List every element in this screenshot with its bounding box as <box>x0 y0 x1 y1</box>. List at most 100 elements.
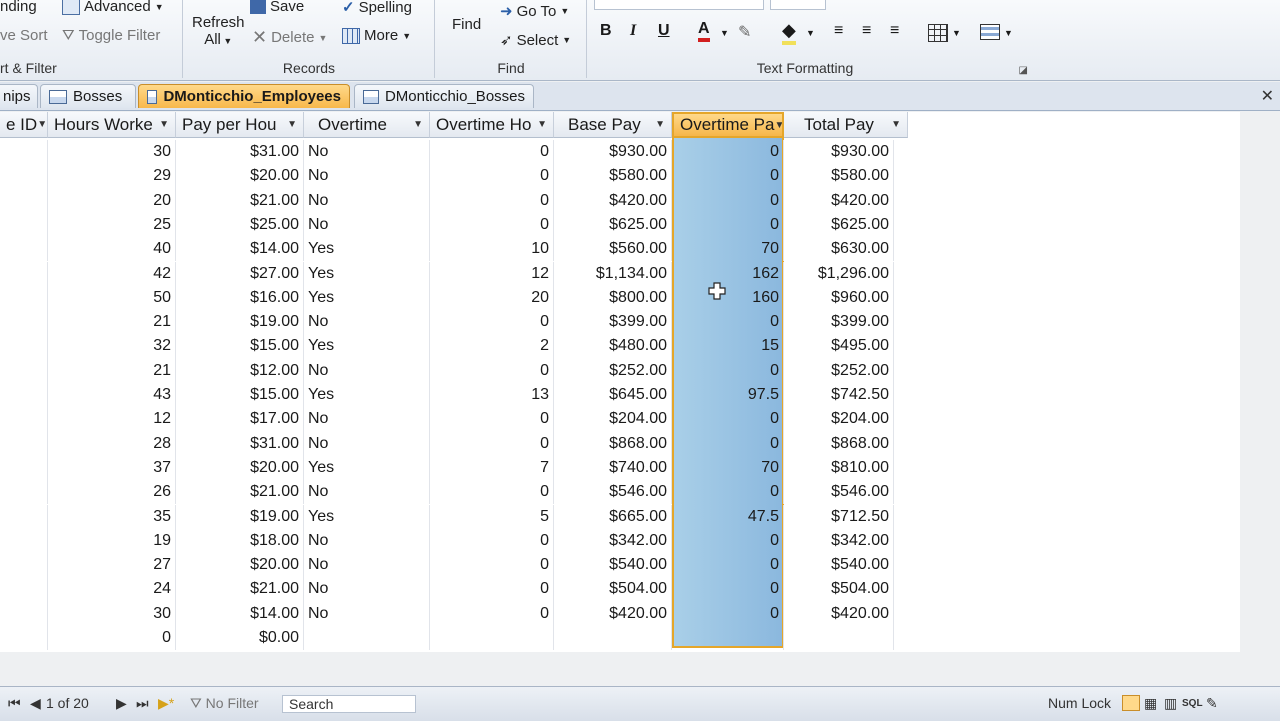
cell-hours-worked[interactable]: 30 <box>48 140 176 165</box>
cell-id[interactable] <box>0 188 48 213</box>
column-header-overtime[interactable]: Overtime ▼ <box>304 112 430 138</box>
cell-overtime[interactable]: No <box>304 528 430 554</box>
no-filter-button[interactable]: ⛛ No Filter <box>190 695 259 712</box>
cell-overtime-pay[interactable]: 0 <box>672 407 784 432</box>
cell-overtime[interactable]: No <box>304 212 430 238</box>
spelling-button[interactable]: ✓ Spelling <box>342 0 412 16</box>
chevron-down-icon[interactable]: ▼ <box>159 119 169 130</box>
cell-id[interactable] <box>0 237 48 262</box>
table-row[interactable]: 30 $14.00 No 0 $420.00 0 $420.00 <box>0 601 910 626</box>
font-name-combobox[interactable] <box>594 0 764 10</box>
cell-overtime[interactable]: No <box>304 431 430 456</box>
refresh-all-button[interactable]: Refresh All ▼ <box>192 14 245 48</box>
column-header-hours-worked[interactable]: Hours Worke ▼ <box>48 112 176 138</box>
design-view-icon[interactable]: ✎ <box>1206 695 1218 712</box>
cell-overtime-pay[interactable]: 0 <box>672 431 784 456</box>
cell-overtime-hours[interactable]: 0 <box>430 140 554 165</box>
cell-hours-worked[interactable]: 0 <box>48 626 176 651</box>
cell-total-pay[interactable]: $420.00 <box>784 188 894 213</box>
cell-overtime-pay[interactable]: 0 <box>672 358 784 383</box>
cell-base-pay[interactable]: $645.00 <box>554 383 672 408</box>
cell-id[interactable] <box>0 455 48 481</box>
cell-total-pay[interactable]: $342.00 <box>784 528 894 554</box>
align-left-icon[interactable]: ≡ <box>834 22 843 40</box>
cell-id[interactable] <box>0 480 48 505</box>
table-row[interactable]: 24 $21.00 No 0 $504.00 0 $504.00 <box>0 577 910 602</box>
cell-hours-worked[interactable]: 26 <box>48 480 176 505</box>
cell-total-pay[interactable]: $204.00 <box>784 407 894 432</box>
table-row[interactable]: 50 $16.00 Yes 20 $800.00 160 $960.00 <box>0 285 910 311</box>
cell-total-pay[interactable]: $580.00 <box>784 164 894 189</box>
cell-base-pay[interactable]: $504.00 <box>554 577 672 602</box>
cell-pay-per-hour[interactable]: $18.00 <box>176 528 304 554</box>
pivot-table-view-icon[interactable]: ▦ <box>1144 695 1157 712</box>
cell-hours-worked[interactable]: 35 <box>48 504 176 529</box>
cell-id[interactable] <box>0 310 48 335</box>
cell-id[interactable] <box>0 334 48 359</box>
cell-overtime-pay[interactable]: 0 <box>672 212 784 238</box>
cell-id[interactable] <box>0 383 48 408</box>
cell-base-pay[interactable]: $1,134.00 <box>554 261 672 286</box>
cell-base-pay[interactable]: $868.00 <box>554 431 672 456</box>
record-position[interactable]: 1 of 20 <box>46 695 89 711</box>
cell-hours-worked[interactable]: 30 <box>48 601 176 626</box>
cell-total-pay[interactable]: $712.50 <box>784 504 894 529</box>
cell-overtime-hours[interactable]: 0 <box>430 407 554 432</box>
close-icon[interactable]: ✕ <box>1261 86 1274 106</box>
table-row[interactable]: 21 $19.00 No 0 $399.00 0 $399.00 <box>0 310 910 335</box>
cell-overtime-pay[interactable]: 162 <box>672 261 784 286</box>
cell-overtime[interactable]: No <box>304 577 430 602</box>
cell-pay-per-hour[interactable]: $12.00 <box>176 358 304 383</box>
cell-overtime-hours[interactable]: 13 <box>430 383 554 408</box>
cell-overtime-hours[interactable]: 0 <box>430 480 554 505</box>
cell-pay-per-hour[interactable]: $27.00 <box>176 261 304 286</box>
cell-total-pay[interactable]: $495.00 <box>784 334 894 359</box>
table-row[interactable]: 37 $20.00 Yes 7 $740.00 70 $810.00 <box>0 455 910 481</box>
cell-hours-worked[interactable]: 32 <box>48 334 176 359</box>
cell-overtime-hours[interactable]: 0 <box>430 310 554 335</box>
cell-total-pay[interactable]: $1,296.00 <box>784 261 894 286</box>
cell-id[interactable] <box>0 140 48 165</box>
cell-total-pay[interactable]: $930.00 <box>784 140 894 165</box>
cell-overtime-pay[interactable]: 0 <box>672 601 784 626</box>
cell-overtime-pay[interactable]: 0 <box>672 188 784 213</box>
cell-hours-worked[interactable]: 24 <box>48 577 176 602</box>
cell-overtime[interactable]: No <box>304 188 430 213</box>
table-row[interactable]: 30 $31.00 No 0 $930.00 0 $930.00 <box>0 140 910 165</box>
cell-overtime[interactable]: No <box>304 601 430 626</box>
cell-overtime-hours[interactable]: 0 <box>430 358 554 383</box>
cell-base-pay[interactable]: $399.00 <box>554 310 672 335</box>
cell-pay-per-hour[interactable]: $20.00 <box>176 164 304 189</box>
cell-base-pay[interactable]: $625.00 <box>554 212 672 238</box>
cell-hours-worked[interactable]: 25 <box>48 212 176 238</box>
cell-total-pay[interactable]: $399.00 <box>784 310 894 335</box>
cell-id[interactable] <box>0 528 48 554</box>
cell-hours-worked[interactable]: 12 <box>48 407 176 432</box>
table-row[interactable]: 19 $18.00 No 0 $342.00 0 $342.00 <box>0 528 910 554</box>
sql-view-button[interactable]: SQL <box>1182 698 1203 709</box>
cell-pay-per-hour[interactable]: $21.00 <box>176 188 304 213</box>
cell-id[interactable] <box>0 261 48 286</box>
cell-base-pay[interactable]: $665.00 <box>554 504 672 529</box>
cell-pay-per-hour[interactable]: $15.00 <box>176 383 304 408</box>
chevron-down-icon[interactable]: ▼ <box>774 120 782 131</box>
column-header-overtime-pay[interactable]: Overtime Pa ▼ <box>672 112 784 138</box>
cell-base-pay[interactable]: $204.00 <box>554 407 672 432</box>
table-row[interactable]: 27 $20.00 No 0 $540.00 0 $540.00 <box>0 553 910 578</box>
toggle-filter-button[interactable]: ⛛ Toggle Filter <box>62 27 160 44</box>
cell-pay-per-hour[interactable]: $14.00 <box>176 237 304 262</box>
cell-total-pay[interactable]: $868.00 <box>784 431 894 456</box>
cell-hours-worked[interactable]: 40 <box>48 237 176 262</box>
search-input[interactable]: Search <box>282 695 416 713</box>
cell-overtime-hours[interactable]: 0 <box>430 577 554 602</box>
cell-overtime-hours[interactable]: 0 <box>430 431 554 456</box>
chevron-down-icon[interactable]: ▼ <box>413 119 423 130</box>
previous-record-icon[interactable]: ◀ <box>30 695 41 712</box>
ascending-button[interactable]: nding <box>0 0 37 15</box>
alternate-row-color-icon[interactable] <box>980 24 1000 40</box>
cell-overtime-pay[interactable]: 47.5 <box>672 504 784 529</box>
table-row[interactable]: 29 $20.00 No 0 $580.00 0 $580.00 <box>0 164 910 189</box>
cell-overtime-pay[interactable]: 70 <box>672 455 784 481</box>
cell-hours-worked[interactable]: 50 <box>48 285 176 311</box>
cell-hours-worked[interactable]: 28 <box>48 431 176 456</box>
